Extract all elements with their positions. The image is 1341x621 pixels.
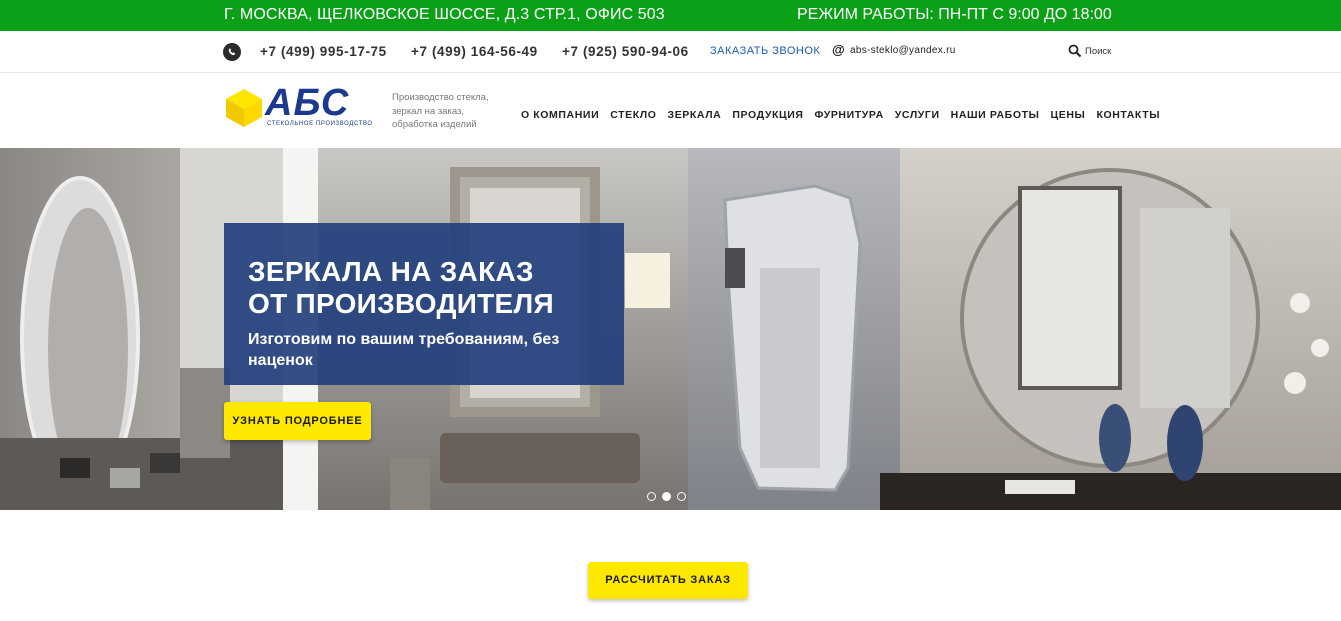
address-text: Г. МОСКВА, ЩЕЛКОВСКОЕ ШОССЕ, Д.3 СТР.1, …	[224, 6, 665, 23]
learn-more-button[interactable]: УЗНАТЬ ПОДРОБНЕЕ	[224, 402, 371, 440]
phone-link-1[interactable]: +7 (499) 995-17-75	[260, 44, 387, 59]
slider-pagination	[647, 492, 686, 501]
hero-heading-line1: ЗЕРКАЛА НА ЗАКАЗ	[248, 256, 534, 287]
nav-item-our-works[interactable]: НАШИ РАБОТЫ	[951, 109, 1040, 121]
calculate-order-button[interactable]: РАССЧИТАТЬ ЗАКАЗ	[588, 562, 748, 599]
slider-dot-1[interactable]	[647, 492, 656, 501]
nav-item-mirrors[interactable]: ЗЕРКАЛА	[668, 109, 722, 121]
hero-promo-card: ЗЕРКАЛА НА ЗАКАЗ ОТ ПРОИЗВОДИТЕЛЯ Изгото…	[224, 223, 624, 385]
search-label[interactable]: Поиск	[1085, 46, 1111, 57]
nav-item-contacts[interactable]: КОНТАКТЫ	[1096, 109, 1160, 121]
top-info-bar: Г. МОСКВА, ЩЕЛКОВСКОЕ ШОССЕ, Д.3 СТР.1, …	[0, 0, 1341, 31]
logo-subtitle: СТЕКОЛЬНОЕ ПРОИЗВОДСТВО	[267, 121, 373, 127]
hero-heading-line2: ОТ ПРОИЗВОДИТЕЛЯ	[248, 288, 554, 319]
nav-item-fittings[interactable]: ФУРНИТУРА	[815, 109, 884, 121]
logo-cube-icon[interactable]	[224, 87, 264, 127]
nav-item-glass[interactable]: СТЕКЛО	[610, 109, 656, 121]
logo-text[interactable]: АБС	[265, 84, 349, 122]
slider-dot-2[interactable]	[662, 492, 671, 501]
nav-item-products[interactable]: ПРОДУКЦИЯ	[732, 109, 803, 121]
phone-link-3[interactable]: +7 (925) 590-94-06	[562, 44, 689, 59]
whatsapp-icon[interactable]	[223, 43, 241, 61]
nav-item-prices[interactable]: ЦЕНЫ	[1051, 109, 1086, 121]
nav-item-about[interactable]: О КОМПАНИИ	[521, 109, 599, 121]
slider-dot-3[interactable]	[677, 492, 686, 501]
company-tagline: Производство стекла, зеркал на заказ, об…	[392, 92, 489, 130]
hero-subtitle: Изготовим по вашим требованиям, без наце…	[248, 331, 560, 369]
email-link[interactable]: abs-steklo@yandex.ru	[850, 45, 956, 56]
hero-mirrors-image	[0, 148, 1341, 510]
hero-heading: ЗЕРКАЛА НА ЗАКАЗ ОТ ПРОИЗВОДИТЕЛЯ	[248, 256, 554, 320]
search-icon[interactable]	[1068, 44, 1082, 58]
order-callback-link[interactable]: ЗАКАЗАТЬ ЗВОНОК	[710, 45, 820, 57]
hero-slider[interactable]	[0, 148, 1341, 510]
working-hours-text: РЕЖИМ РАБОТЫ: ПН-ПТ С 9:00 ДО 18:00	[797, 6, 1112, 23]
email-icon: @	[832, 42, 845, 57]
phone-link-2[interactable]: +7 (499) 164-56-49	[411, 44, 538, 59]
contact-bar: +7 (499) 995-17-75 +7 (499) 164-56-49 +7…	[0, 31, 1341, 73]
main-navigation: О КОМПАНИИ СТЕКЛО ЗЕРКАЛА ПРОДУКЦИЯ ФУРН…	[521, 109, 1160, 121]
nav-item-services[interactable]: УСЛУГИ	[895, 109, 940, 121]
